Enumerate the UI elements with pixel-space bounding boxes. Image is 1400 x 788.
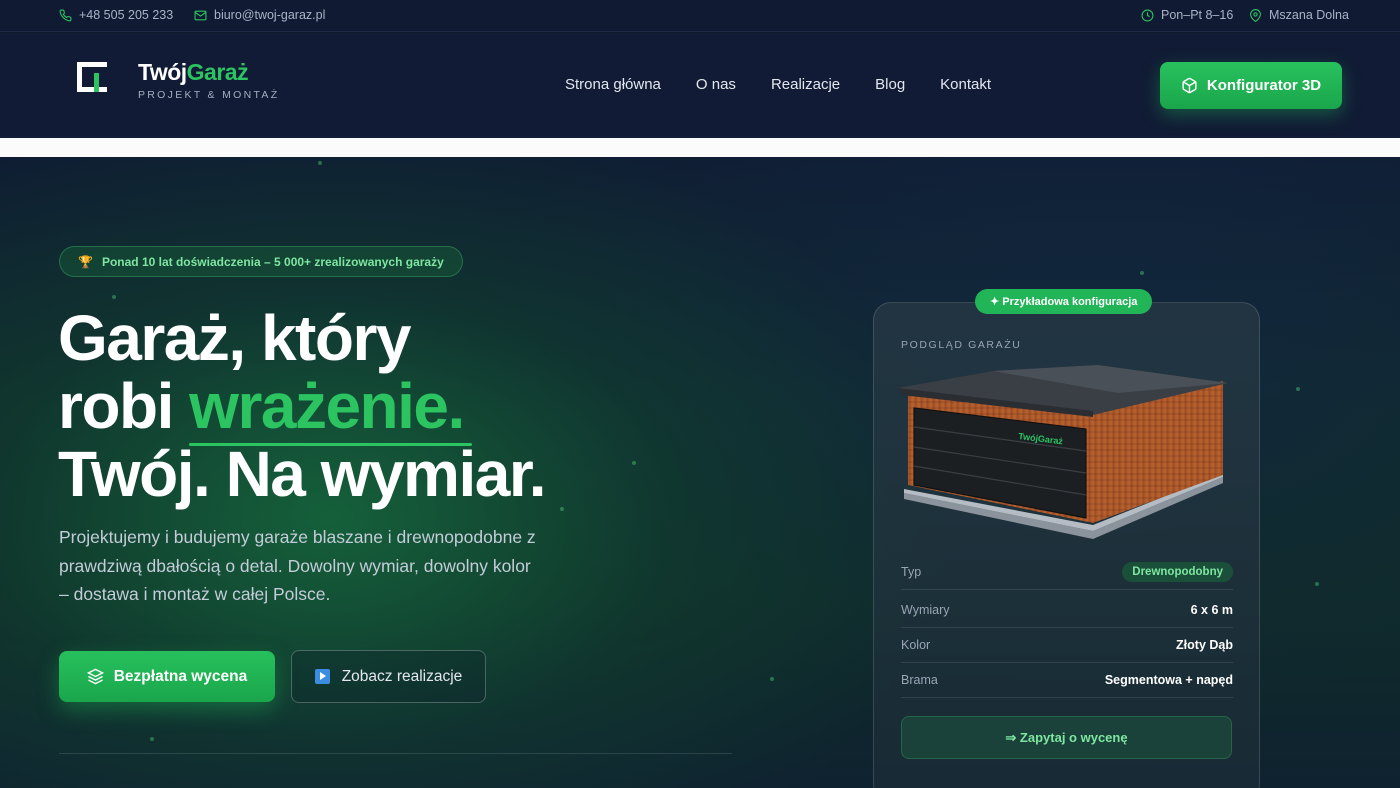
brand-tagline: PROJEKT & MONTAŻ bbox=[138, 89, 280, 101]
type-pill: Drewnopodobny bbox=[1122, 562, 1233, 582]
cube-icon bbox=[1182, 77, 1197, 94]
example-config-tag: ✦ Przykładowa konfiguracja bbox=[975, 289, 1153, 314]
experience-badge: 🏆 Ponad 10 lat doświadczenia – 5 000+ zr… bbox=[59, 246, 463, 277]
hero-headline: Garaż, który robi wrażenie. Twój. Na wym… bbox=[58, 302, 546, 510]
ask-quote-button[interactable]: ⇒ Zapytaj o wycenę bbox=[901, 716, 1232, 759]
decor-dot bbox=[1140, 271, 1144, 275]
headline-highlight: wrażenie. bbox=[189, 370, 472, 446]
configurator-label: Konfigurator 3D bbox=[1206, 77, 1322, 94]
configurator-3d-button[interactable]: Konfigurator 3D bbox=[1160, 62, 1342, 109]
email-text: biuro@twoj-garaz.pl bbox=[214, 8, 326, 22]
decor-dot bbox=[1315, 582, 1319, 586]
hero-section: 🏆 Ponad 10 lat doświadczenia – 5 000+ zr… bbox=[0, 157, 1400, 788]
hours-text: Pon–Pt 8–16 bbox=[1161, 8, 1234, 22]
email-link[interactable]: biuro@twoj-garaz.pl bbox=[194, 8, 325, 22]
decor-dot bbox=[1296, 387, 1300, 391]
spec-row-dimensions: Wymiary 6 x 6 m bbox=[901, 593, 1233, 628]
garage-illustration: TwójGaraż bbox=[898, 365, 1228, 539]
trophy-icon: 🏆 bbox=[78, 254, 93, 269]
brand-name: TwójGaraż bbox=[138, 59, 249, 85]
decor-dot bbox=[632, 461, 636, 465]
spec-row-gate: Brama Segmentowa + napęd bbox=[901, 663, 1233, 698]
see-realizations-label: Zobacz realizacje bbox=[341, 667, 463, 685]
nav-menu: Strona główna O nas Realizacje Blog Kont… bbox=[565, 76, 991, 93]
logo[interactable]: TwójGaraż PROJEKT & MONTAŻ bbox=[76, 61, 279, 101]
spec-row-type: Typ Drewnopodobny bbox=[901, 555, 1233, 590]
mail-icon bbox=[194, 10, 207, 20]
free-quote-button[interactable]: Bezpłatna wycena bbox=[59, 651, 275, 702]
main-navigation: TwójGaraż PROJEKT & MONTAŻ Strona główna… bbox=[0, 33, 1400, 138]
hero-lead: Projektujemy i budujemy garaże blaszane … bbox=[59, 527, 536, 604]
spec-row-color: Kolor Złoty Dąb bbox=[901, 628, 1233, 663]
decor-dot bbox=[112, 295, 116, 299]
map-pin-icon bbox=[1250, 8, 1261, 22]
logo-mark-icon bbox=[76, 61, 108, 93]
nav-item-blog[interactable]: Blog bbox=[875, 76, 905, 93]
hero-divider bbox=[59, 753, 732, 754]
decor-dot bbox=[560, 507, 564, 511]
decor-dot bbox=[318, 161, 322, 165]
badge-text: Ponad 10 lat doświadczenia – 5 000+ zrea… bbox=[101, 254, 444, 269]
location: Mszana Dolna bbox=[1249, 8, 1349, 22]
location-text: Mszana Dolna bbox=[1269, 8, 1349, 22]
play-icon bbox=[314, 669, 330, 684]
opening-hours: Pon–Pt 8–16 bbox=[1141, 8, 1233, 22]
garage-preview-card: PODGLĄD GARAŻU TwójGaraż Typ Drewnopodob… bbox=[873, 302, 1260, 788]
layers-icon bbox=[86, 668, 104, 685]
nav-item-home[interactable]: Strona główna bbox=[565, 76, 661, 93]
phone-icon bbox=[59, 9, 72, 21]
decor-dot bbox=[770, 677, 774, 681]
phone-text: +48 505 205 233 bbox=[79, 8, 174, 22]
clock-icon bbox=[1141, 9, 1154, 21]
see-realizations-button[interactable]: Zobacz realizacje bbox=[291, 650, 486, 703]
nav-item-realizations[interactable]: Realizacje bbox=[771, 76, 840, 93]
phone-link[interactable]: +48 505 205 233 bbox=[59, 8, 173, 22]
decor-dot bbox=[150, 737, 154, 741]
free-quote-label: Bezpłatna wycena bbox=[113, 667, 248, 685]
top-bar: +48 505 205 233 biuro@twoj-garaz.pl Pon–… bbox=[0, 0, 1400, 32]
nav-divider-band bbox=[0, 138, 1400, 157]
nav-item-contact[interactable]: Kontakt bbox=[940, 76, 991, 93]
nav-item-about[interactable]: O nas bbox=[696, 76, 736, 93]
card-label: PODGLĄD GARAŻU bbox=[901, 339, 1022, 351]
